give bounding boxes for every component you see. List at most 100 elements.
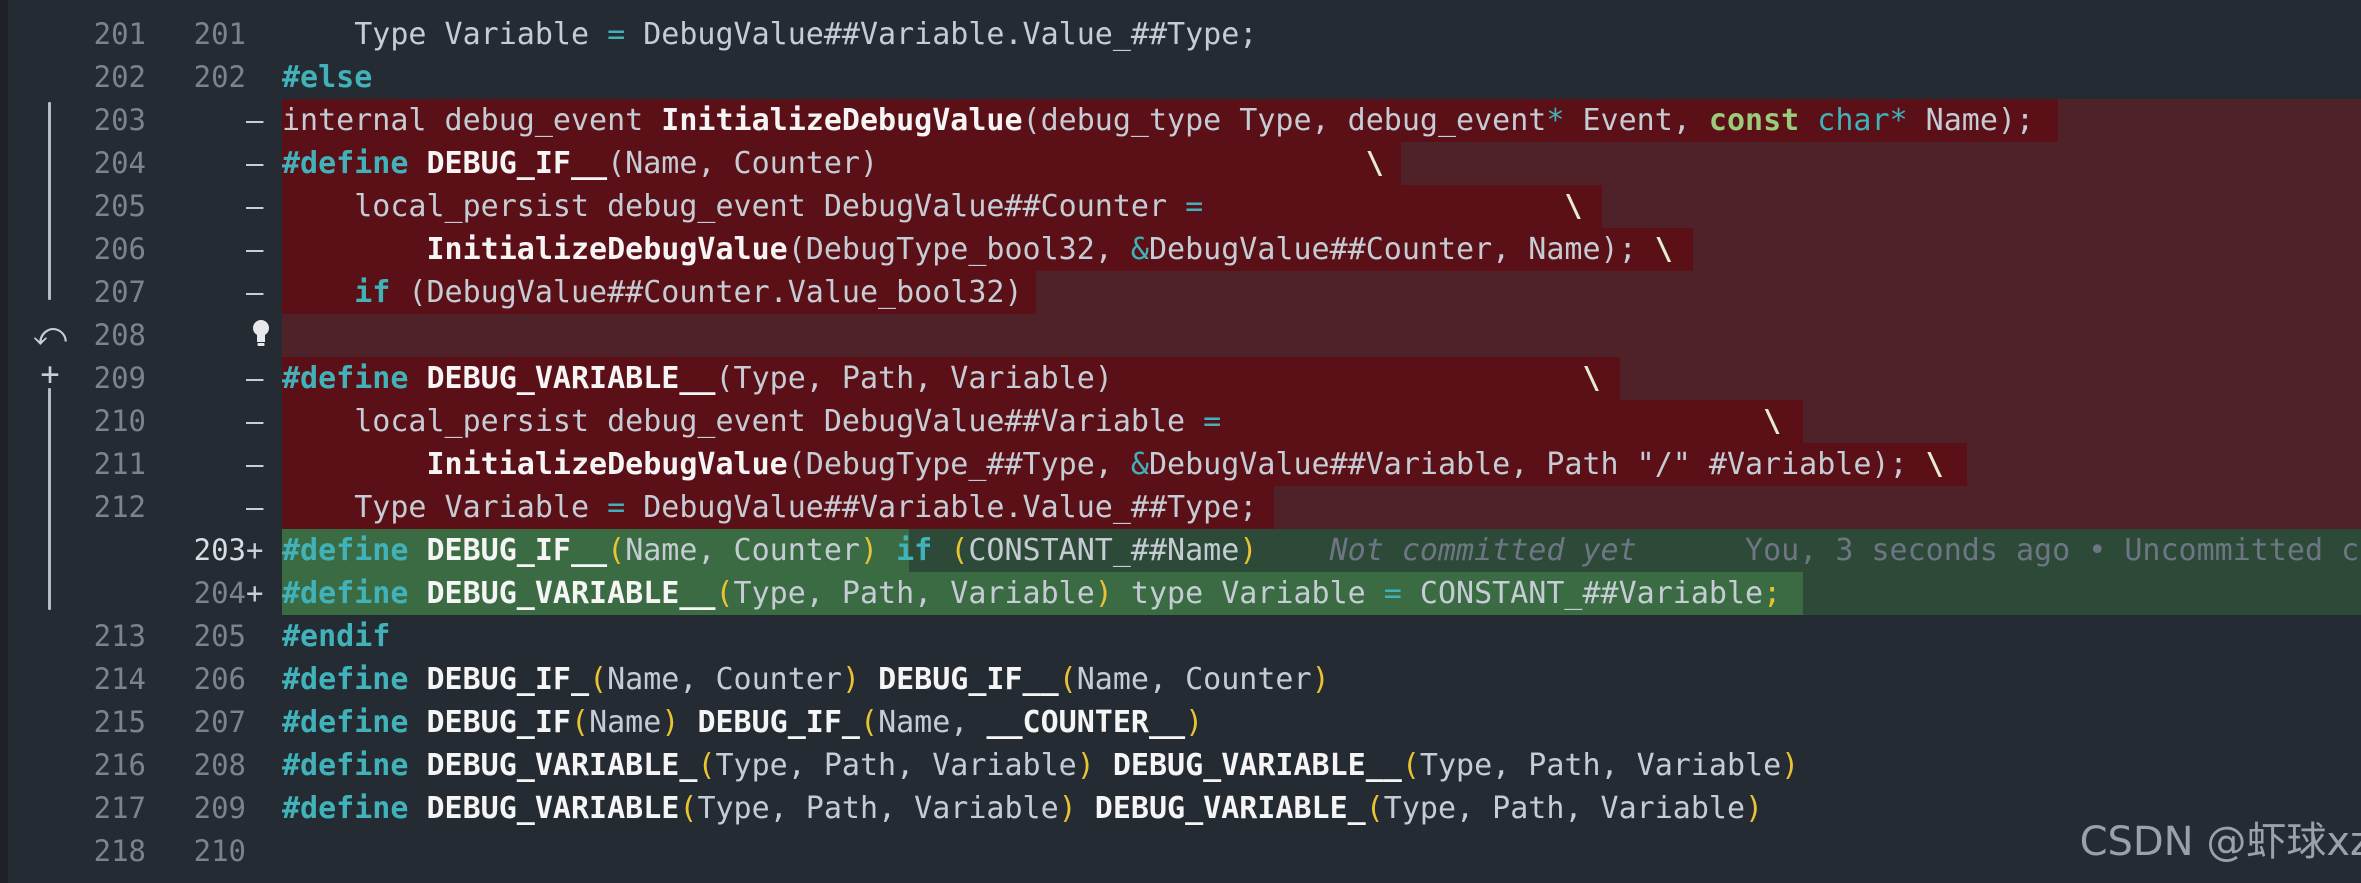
- code-line-row: 205 — local_persist debug_event DebugValu…: [0, 185, 2361, 228]
- code-text[interactable]: #define DEBUG_VARIABLE(Type, Path, Varia…: [282, 787, 1763, 830]
- code-token: \: [1582, 361, 1601, 396]
- old-line-number: 203: [93, 103, 146, 137]
- code-line-row: 214 206 #define DEBUG_IF_(Name, Counter) D…: [0, 658, 2361, 701]
- code-text[interactable]: #define DEBUG_IF__(Name, Counter) \: [282, 142, 1384, 185]
- code-token: *: [1889, 103, 1908, 138]
- blame-annotation: Not committed yet: [1329, 533, 1637, 568]
- code-token: Name, Counter: [1076, 662, 1312, 697]
- code-token: (DebugValue##Counter.Value_bool32): [390, 275, 1023, 310]
- code-token: local_persist debug_event DebugValue##Co…: [282, 189, 1186, 224]
- watermark: CSDN @虾球xz: [2079, 819, 2361, 865]
- diff-marker: —: [246, 232, 264, 266]
- diff-marker: —: [246, 404, 264, 438]
- code-token: &: [1130, 447, 1149, 482]
- code-token: (debug_type Type, debug_event: [1022, 103, 1547, 138]
- code-token: Name,: [878, 705, 987, 740]
- code-token: #else: [282, 60, 373, 95]
- code-text[interactable]: internal debug_event InitializeDebugValu…: [282, 99, 2034, 142]
- code-line-row: 211 — InitializeDebugValue(DebugType_##Ty…: [0, 443, 2361, 486]
- code-line-row: 209 — #define DEBUG_VARIABLE__(Type, Path,…: [0, 357, 2361, 400]
- code-token: DEBUG_VARIABLE__: [1112, 748, 1402, 783]
- code-line-row: 210 — local_persist debug_event DebugValu…: [0, 400, 2361, 443]
- code-token: DEBUG_VARIABLE_: [426, 748, 698, 783]
- code-text[interactable]: Type Variable = DebugValue##Variable.Val…: [282, 486, 1257, 529]
- code-token: ): [1058, 791, 1077, 826]
- code-token: ): [1781, 748, 1800, 783]
- code-text[interactable]: InitializeDebugValue(DebugType_##Type, &…: [282, 443, 1944, 486]
- new-line-number: 203: [193, 533, 246, 567]
- code-token: (: [1365, 791, 1384, 826]
- old-line-number: 206: [93, 232, 146, 266]
- code-token: (: [1058, 662, 1077, 697]
- code-token: \: [1564, 189, 1583, 224]
- code-token: ): [1311, 662, 1330, 697]
- diff-marker: [246, 13, 270, 56]
- code-token: Type, Path, Variable: [715, 748, 1077, 783]
- diff-marker: [246, 701, 270, 744]
- old-line-number: 216: [93, 748, 146, 782]
- code-token: DEBUG_IF__: [426, 533, 608, 568]
- code-token: InitializeDebugValue: [661, 103, 1023, 138]
- new-line-number: [160, 185, 246, 228]
- new-line-number: 205: [193, 619, 246, 653]
- code-text[interactable]: #define DEBUG_VARIABLE__(Type, Path, Var…: [282, 572, 1781, 615]
- code-token: \: [1654, 232, 1673, 267]
- code-text[interactable]: #define DEBUG_IF_(Name, Counter) DEBUG_I…: [282, 658, 1330, 701]
- code-token: DEBUG_VARIABLE__: [426, 576, 716, 611]
- old-line-number: 215: [93, 705, 146, 739]
- old-line-number: 213: [93, 619, 146, 653]
- lightbulb-icon[interactable]: [250, 318, 272, 348]
- code-token: Name);: [1907, 103, 2035, 138]
- code-text[interactable]: #define DEBUG_IF__(Name, Counter) if (CO…: [282, 529, 2361, 572]
- code-text[interactable]: local_persist debug_event DebugValue##Va…: [282, 400, 1781, 443]
- code-line-row: 213 205 #endif: [0, 615, 2361, 658]
- code-text[interactable]: Type Variable = DebugValue##Variable.Val…: [282, 13, 1257, 56]
- code-token: =: [1383, 576, 1402, 611]
- code-token: DEBUG_IF__: [426, 146, 608, 181]
- diff-marker: —: [246, 490, 264, 524]
- code-token: Type, Path, Variable: [733, 576, 1095, 611]
- blame-detail: You, 3 seconds ago • Uncommitted changes: [1745, 533, 2361, 568]
- code-token: (Name, Counter): [607, 146, 1366, 181]
- old-line-number: 212: [93, 490, 146, 524]
- code-token: \: [1365, 146, 1384, 181]
- old-line-number: 205: [93, 189, 146, 223]
- code-line-row: 215 207 #define DEBUG_IF(Name) DEBUG_IF_(N…: [0, 701, 2361, 744]
- diff-marker: +: [246, 533, 264, 567]
- new-line-number: 206: [193, 662, 246, 696]
- code-text[interactable]: local_persist debug_event DebugValue##Co…: [282, 185, 1582, 228]
- old-line-number: [60, 529, 146, 572]
- code-line-row: 204 + #define DEBUG_VARIABLE__(Type, Path,…: [0, 572, 2361, 615]
- code-token: char: [1817, 103, 1890, 138]
- code-text[interactable]: InitializeDebugValue(DebugType_bool32, &…: [282, 228, 1673, 271]
- deleted-line-bg: [282, 314, 2361, 357]
- code-token: InitializeDebugValue: [426, 447, 788, 482]
- code-token: type Variable: [1112, 576, 1384, 611]
- code-token: ): [1076, 748, 1095, 783]
- code-text[interactable]: #else: [282, 56, 372, 99]
- old-line-number: 207: [93, 275, 146, 309]
- old-line-number: 214: [93, 662, 146, 696]
- code-token: (: [715, 576, 734, 611]
- code-token: =: [1203, 404, 1222, 439]
- code-token: Type, Path, Variable: [697, 791, 1059, 826]
- code-text[interactable]: #define DEBUG_IF(Name) DEBUG_IF_(Name, _…: [282, 701, 1203, 744]
- code-token: ;: [1763, 576, 1782, 611]
- code-text[interactable]: #define DEBUG_VARIABLE__(Type, Path, Var…: [282, 357, 1601, 400]
- new-line-number: 204: [193, 576, 246, 610]
- code-text[interactable]: if (DebugValue##Counter.Value_bool32): [282, 271, 1023, 314]
- code-token: InitializeDebugValue: [426, 232, 788, 267]
- new-line-number: 207: [193, 705, 246, 739]
- old-line-number: 211: [93, 447, 146, 481]
- code-text[interactable]: #endif: [282, 615, 390, 658]
- code-line-row: 203 + #define DEBUG_IF__(Name, Counter) if…: [0, 529, 2361, 572]
- code-token: =: [607, 17, 626, 52]
- code-text[interactable]: #define DEBUG_VARIABLE_(Type, Path, Vari…: [282, 744, 1799, 787]
